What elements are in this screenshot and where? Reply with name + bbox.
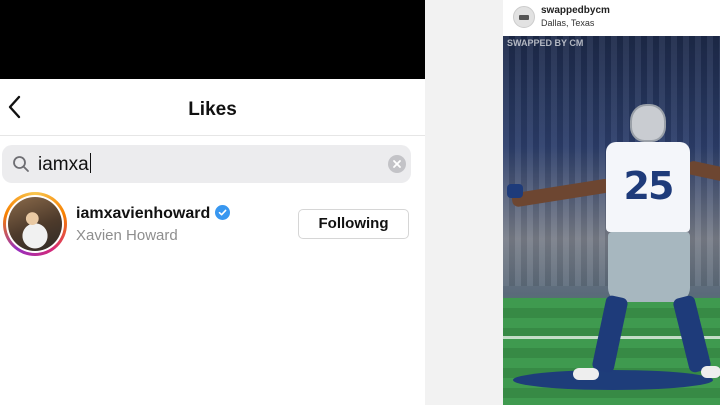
screenshot-composite: Likes iamxa iamxavienhoward Xavien Howar…	[0, 0, 720, 405]
player-pants	[608, 232, 690, 302]
search-input[interactable]: iamxa	[2, 145, 411, 183]
post: swappedbycm Dallas, Texas SWAPPED BY CM …	[503, 0, 720, 405]
player-glove	[507, 184, 523, 198]
close-icon	[393, 160, 401, 168]
username[interactable]: iamxavienhoward	[76, 205, 231, 223]
top-black-bar	[0, 0, 425, 79]
following-button[interactable]: Following	[298, 209, 409, 239]
likes-screen: Likes iamxa iamxavienhoward Xavien Howar…	[0, 0, 425, 405]
full-name: Xavien Howard	[76, 227, 178, 244]
player-right-leg	[672, 294, 712, 374]
player-helmet	[630, 104, 666, 142]
username-text: iamxavienhoward	[76, 205, 211, 222]
player-left-arm	[511, 178, 613, 208]
page-title: Likes	[188, 99, 237, 120]
post-avatar[interactable]	[513, 6, 535, 28]
likes-header: Likes	[0, 79, 425, 136]
avatar[interactable]	[3, 192, 67, 256]
verified-badge-icon	[215, 205, 231, 220]
search-input-value: iamxa	[38, 153, 92, 176]
text-caret	[89, 153, 92, 173]
post-location[interactable]: Dallas, Texas	[541, 18, 594, 28]
list-item[interactable]: iamxavienhoward Xavien Howard Following	[0, 190, 425, 260]
clear-search-button[interactable]	[388, 155, 406, 173]
football-player: 25	[503, 36, 720, 405]
player-right-arm	[685, 159, 720, 183]
player-right-shoe	[701, 366, 720, 378]
player-jersey: 25	[606, 142, 690, 232]
player-left-shoe	[573, 368, 599, 380]
search-query-text: iamxa	[38, 154, 89, 175]
post-username[interactable]: swappedbycm	[541, 5, 610, 16]
jersey-number: 25	[623, 164, 675, 208]
search-icon	[13, 156, 29, 172]
player-left-leg	[591, 294, 629, 374]
avatar-frame	[6, 195, 64, 253]
post-header: swappedbycm Dallas, Texas	[503, 0, 720, 36]
post-photo[interactable]: SWAPPED BY CM 25	[503, 36, 720, 405]
avatar-image	[8, 197, 62, 251]
